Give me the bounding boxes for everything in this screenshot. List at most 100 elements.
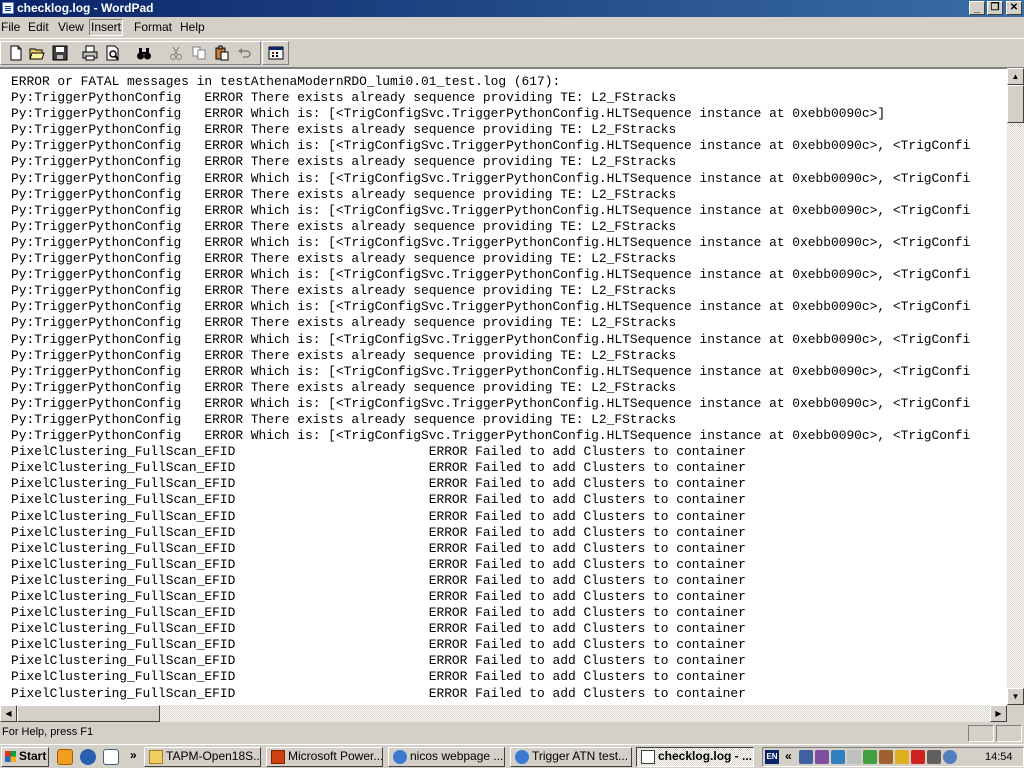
- log-line: PixelClustering_FullScan_EFID ERROR Fail…: [11, 492, 746, 508]
- log-line: PixelClustering_FullScan_EFID ERROR Fail…: [11, 572, 746, 588]
- taskbar-task-wordpad[interactable]: checklog.log - ...: [636, 747, 754, 767]
- quicklaunch-mail-icon[interactable]: [103, 749, 119, 765]
- log-line: Py:TriggerPythonConfig ERROR Which is: […: [11, 202, 971, 218]
- menu-file[interactable]: File: [1, 20, 20, 35]
- task-label: TAPM-Open18S...: [166, 749, 261, 763]
- title-bar[interactable]: checklog.log - WordPad _ ❐ ✕: [0, 0, 1024, 17]
- log-line: Py:TriggerPythonConfig ERROR There exist…: [11, 122, 677, 138]
- log-line: PixelClustering_FullScan_EFID ERROR Fail…: [11, 605, 746, 621]
- folder-icon: [149, 750, 163, 764]
- log-line: Py:TriggerPythonConfig ERROR Which is: […: [11, 299, 971, 315]
- tray-app-icon[interactable]: [863, 750, 877, 764]
- menu-view[interactable]: View: [58, 20, 84, 35]
- log-line: PixelClustering_FullScan_EFID ERROR Fail…: [11, 685, 746, 701]
- system-tray: EN « 14:54: [762, 747, 1024, 767]
- toolbar: [0, 38, 1024, 68]
- log-line: Py:TriggerPythonConfig ERROR There exist…: [11, 379, 677, 395]
- ie-browser-icon: [393, 750, 407, 764]
- language-indicator[interactable]: EN: [765, 750, 779, 764]
- taskbar-task-powerpoint[interactable]: Microsoft Power...: [266, 747, 383, 767]
- log-line: Py:TriggerPythonConfig ERROR There exist…: [11, 90, 677, 106]
- wordpad-icon: [641, 750, 655, 764]
- log-line: Py:TriggerPythonConfig ERROR Which is: […: [11, 428, 971, 444]
- scroll-up-arrow-icon[interactable]: ▲: [1007, 68, 1024, 85]
- log-line: Py:TriggerPythonConfig ERROR Which is: […: [11, 138, 971, 154]
- print-icon[interactable]: [78, 42, 101, 64]
- paste-icon[interactable]: [210, 42, 233, 64]
- log-line: Py:TriggerPythonConfig ERROR Which is: […: [11, 331, 971, 347]
- quicklaunch-overflow-icon[interactable]: »: [130, 748, 137, 762]
- log-line: PixelClustering_FullScan_EFID ERROR Fail…: [11, 476, 746, 492]
- print-preview-icon[interactable]: [101, 42, 124, 64]
- minimize-button[interactable]: _: [969, 1, 985, 15]
- taskbar-task-browser[interactable]: Trigger ATN test...: [510, 747, 632, 767]
- task-label: Microsoft Power...: [288, 749, 383, 763]
- menu-format[interactable]: Format: [134, 20, 172, 35]
- menu-help[interactable]: Help: [180, 20, 205, 35]
- scroll-down-arrow-icon[interactable]: ▼: [1007, 688, 1024, 705]
- log-line: PixelClustering_FullScan_EFID ERROR Fail…: [11, 444, 746, 460]
- new-document-icon[interactable]: [4, 42, 27, 64]
- taskbar-task-folder[interactable]: TAPM-Open18S...: [144, 747, 261, 767]
- log-line: PixelClustering_FullScan_EFID ERROR Fail…: [11, 589, 746, 604]
- status-bar: For Help, press F1: [0, 723, 1024, 743]
- windows-logo-icon: [5, 751, 16, 762]
- status-panel: [968, 725, 994, 742]
- menu-edit[interactable]: Edit: [28, 20, 49, 35]
- tray-app-icon[interactable]: [927, 750, 941, 764]
- log-line: Py:TriggerPythonConfig ERROR There exist…: [11, 251, 677, 267]
- ie-browser-icon: [515, 750, 529, 764]
- maximize-button[interactable]: ❐: [987, 1, 1003, 15]
- status-text: For Help, press F1: [2, 726, 94, 738]
- tray-app-icon[interactable]: [831, 750, 845, 764]
- log-line: PixelClustering_FullScan_EFID ERROR Fail…: [11, 460, 746, 476]
- taskbar-task-browser[interactable]: nicos webpage ...: [388, 747, 505, 767]
- scroll-left-arrow-icon[interactable]: ◀: [0, 705, 17, 722]
- log-line: Py:TriggerPythonConfig ERROR Which is: […: [11, 395, 971, 411]
- insert-date-time-icon[interactable]: [264, 42, 287, 64]
- tray-app-icon[interactable]: [879, 750, 893, 764]
- log-line: ERROR or FATAL messages in testAthenaMod…: [11, 74, 561, 89]
- tray-app-icon[interactable]: [943, 750, 957, 764]
- log-line: PixelClustering_FullScan_EFID ERROR Fail…: [11, 669, 746, 685]
- find-binoculars-icon[interactable]: [132, 42, 155, 64]
- undo-icon[interactable]: [233, 42, 256, 64]
- clock[interactable]: 14:54: [985, 749, 1013, 765]
- vertical-scrollbar[interactable]: [1007, 68, 1024, 705]
- document-editor[interactable]: ERROR or FATAL messages in testAthenaMod…: [0, 68, 1007, 705]
- log-line: PixelClustering_FullScan_EFID ERROR Fail…: [11, 653, 746, 669]
- log-line: Py:TriggerPythonConfig ERROR Which is: […: [11, 234, 971, 250]
- log-line: Py:TriggerPythonConfig ERROR There exist…: [11, 186, 677, 202]
- tray-app-icon[interactable]: [815, 750, 829, 764]
- start-button[interactable]: Start: [1, 747, 49, 767]
- log-line: PixelClustering_FullScan_EFID ERROR Fail…: [11, 621, 746, 637]
- save-disk-icon[interactable]: [48, 42, 71, 64]
- scroll-right-arrow-icon[interactable]: ▶: [990, 705, 1007, 722]
- tray-expand-icon[interactable]: «: [785, 749, 792, 763]
- tray-app-icon[interactable]: [847, 750, 861, 764]
- cut-scissors-icon[interactable]: [164, 42, 187, 64]
- log-line: Py:TriggerPythonConfig ERROR Which is: […: [11, 267, 971, 283]
- tray-app-icon[interactable]: [895, 750, 909, 764]
- close-button[interactable]: ✕: [1006, 1, 1022, 15]
- task-label: checklog.log - ...: [658, 749, 753, 763]
- log-line: PixelClustering_FullScan_EFID ERROR Fail…: [11, 540, 746, 556]
- quicklaunch-browser-icon[interactable]: [80, 749, 96, 765]
- wordpad-app-icon[interactable]: [2, 2, 14, 14]
- log-line: Py:TriggerPythonConfig ERROR Which is: […: [11, 170, 971, 186]
- log-line: Py:TriggerPythonConfig ERROR Which is: […: [11, 363, 971, 379]
- menu-insert[interactable]: Insert: [89, 19, 124, 36]
- horizontal-scroll-thumb[interactable]: [17, 705, 160, 722]
- task-label: Trigger ATN test...: [532, 749, 629, 763]
- log-text: ERROR or FATAL messages in testAthenaMod…: [11, 74, 970, 702]
- copy-icon[interactable]: [187, 42, 210, 64]
- quicklaunch-app-icon[interactable]: [57, 749, 73, 765]
- log-line: Py:TriggerPythonConfig ERROR There exist…: [11, 347, 677, 363]
- window-title: checklog.log - WordPad: [17, 1, 154, 15]
- vertical-scroll-thumb[interactable]: [1007, 85, 1024, 123]
- scrollbar-corner: [1007, 705, 1024, 722]
- network-icon[interactable]: [799, 750, 813, 764]
- open-folder-icon[interactable]: [25, 42, 48, 64]
- log-line: PixelClustering_FullScan_EFID ERROR Fail…: [11, 556, 746, 572]
- tray-app-icon[interactable]: [911, 750, 925, 764]
